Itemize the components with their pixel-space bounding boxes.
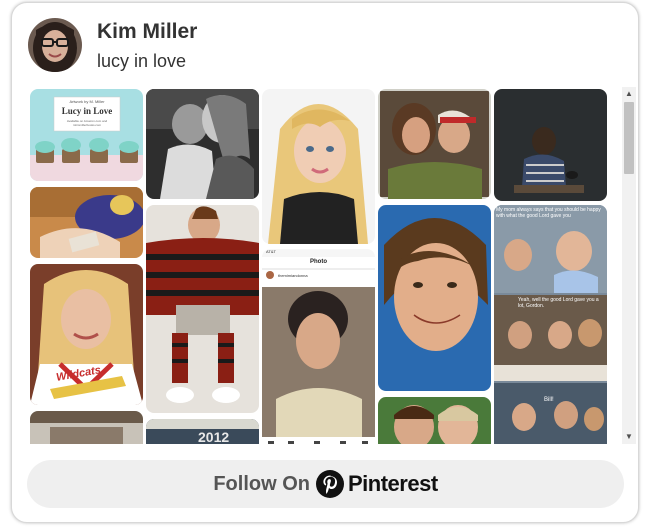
scroll-thumb[interactable] (624, 102, 634, 174)
pin-grid: Artwork by M. Miller Lucy in Love Availa… (28, 87, 612, 444)
follow-button-content: Follow On Pinterest (27, 460, 624, 508)
pinterest-brand-text: Pinterest (348, 471, 438, 496)
pinterest-board-widget: Kim Miller lucy in love Artwork by M. Mi… (11, 2, 639, 523)
pin-boy-dark-room[interactable] (494, 89, 607, 201)
scroll-up-arrow-icon[interactable]: ▲ (622, 87, 636, 101)
scroll-down-arrow-icon[interactable]: ▼ (622, 430, 636, 444)
phone-header-text: Photo (310, 259, 327, 265)
pin-reading-girl[interactable] (30, 187, 143, 258)
pin-grid-scrollbar[interactable]: ▲ ▼ (622, 87, 636, 444)
avatar[interactable] (28, 18, 82, 72)
phone-status-text: AT&T (266, 249, 276, 254)
pin-cupcake-card[interactable]: Artwork by M. Miller Lucy in Love Availa… (30, 89, 143, 181)
meme-caption-mid: Yeah, well the good Lord gave you a lot,… (518, 297, 599, 309)
board-header: Kim Miller lucy in love (28, 18, 618, 74)
meme-caption-bottom: Bill! (544, 397, 554, 403)
pin-blonde-girl[interactable] (262, 89, 375, 244)
cupcake-card-byline: Artwork by M. Miller (69, 99, 105, 104)
follow-on-pinterest-button[interactable]: Follow On Pinterest (27, 460, 624, 508)
pin-smiling-boy[interactable] (378, 205, 491, 391)
pinterest-p-icon (316, 470, 344, 498)
pin-yearbook[interactable]: 2012 (146, 419, 259, 444)
pin-building[interactable] (30, 411, 143, 444)
pin-rugby-boy[interactable] (146, 205, 259, 413)
meme-caption-top: My mom always says that you should be ha… (496, 207, 601, 219)
pin-cheerleader[interactable]: Wildcats (30, 264, 143, 405)
cupcake-card-subtitle: Available on Amazon.com and mtimmillerbo… (66, 119, 108, 127)
phone-username: themimiandonna (278, 273, 308, 278)
yearbook-text: 2012 (198, 429, 230, 444)
pin-couple-bw[interactable] (146, 89, 259, 199)
follow-label: Follow On (213, 472, 310, 495)
board-name[interactable]: lucy in love (97, 51, 186, 72)
pin-two-boys[interactable] (378, 397, 491, 444)
pin-couple-selfie[interactable] (378, 89, 491, 199)
pin-movie-meme[interactable]: My mom always says that you should be ha… (494, 205, 607, 444)
pin-phone-screenshot[interactable]: AT&T Photo themimiandonna (262, 249, 375, 444)
cupcake-card-title: Lucy in Love (61, 106, 113, 116)
profile-name[interactable]: Kim Miller (97, 20, 197, 44)
avatar-photo-icon (28, 18, 82, 72)
